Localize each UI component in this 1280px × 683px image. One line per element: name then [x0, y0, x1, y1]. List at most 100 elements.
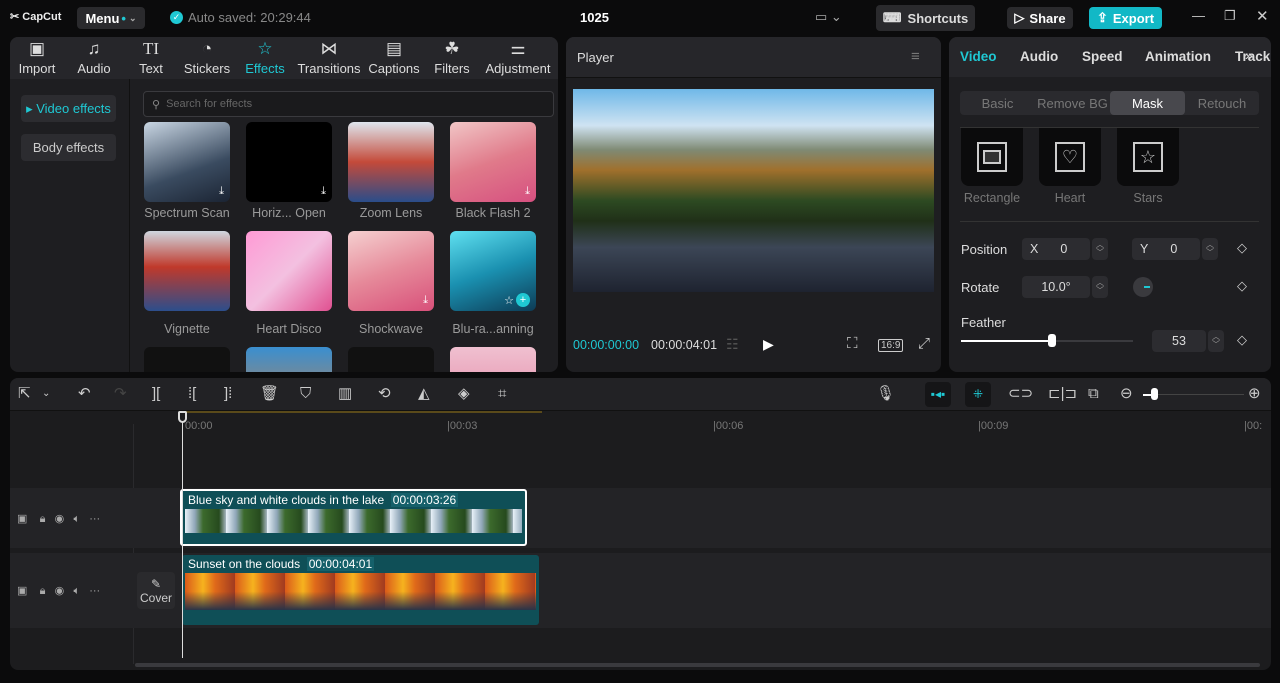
zoom-fit-icon[interactable]: ⧉: [1088, 386, 1099, 402]
eye-icon[interactable]: ◉: [55, 585, 65, 597]
mirror-icon[interactable]: ◭: [418, 386, 430, 402]
effect-thumb-horizontal-open[interactable]: ⤓: [246, 122, 332, 202]
volume-icon[interactable]: 🔈︎: [73, 585, 80, 597]
sidebar-item-body-effects[interactable]: Body effects: [21, 134, 116, 161]
delete-icon[interactable]: 🗑︎: [260, 386, 279, 402]
slider-handle[interactable]: [1048, 334, 1057, 347]
feather-slider[interactable]: [961, 334, 1133, 347]
effect-thumb-shockwave[interactable]: ⤓: [348, 231, 434, 311]
subtab-basic[interactable]: Basic: [960, 91, 1035, 115]
tab-speed[interactable]: Speed: [1082, 49, 1123, 64]
tab-transitions[interactable]: ⋈ Transitions: [296, 37, 362, 79]
rotate-dial[interactable]: [1133, 277, 1153, 297]
microphone-icon[interactable]: 🎙︎: [876, 386, 895, 402]
lock-icon[interactable]: 🔒︎: [40, 585, 46, 597]
select-cursor-icon[interactable]: ⇱: [18, 386, 31, 402]
crop-icon[interactable]: ⌗: [498, 386, 506, 402]
subtab-remove-bg[interactable]: Remove BG: [1035, 91, 1110, 115]
keyframe-diamond-icon[interactable]: ◇: [1237, 278, 1247, 294]
video-clip[interactable]: Blue sky and white clouds in the lake 00…: [180, 489, 527, 546]
tab-filters[interactable]: ☘ Filters: [430, 37, 474, 79]
aspect-ratio-button[interactable]: 16:9: [878, 339, 904, 352]
effect-thumb[interactable]: [144, 347, 230, 372]
mask-rectangle[interactable]: [961, 128, 1023, 186]
track-video-icon[interactable]: ▣: [17, 513, 27, 525]
restore-icon[interactable]: ❐: [1224, 8, 1236, 24]
feather-input[interactable]: 53: [1152, 330, 1206, 352]
tab-adjustment[interactable]: ⚌ Adjustment: [482, 37, 554, 79]
x-stepper[interactable]: ︿ ﹀: [1092, 238, 1108, 260]
reverse-icon[interactable]: ⟲: [378, 386, 391, 402]
effect-thumb[interactable]: [246, 347, 332, 372]
close-icon[interactable]: ✕: [1256, 7, 1269, 25]
timeline-grid-icon[interactable]: ☷: [726, 336, 739, 353]
video-clip[interactable]: Sunset on the clouds 00:00:04:01: [182, 555, 539, 625]
layout-icon[interactable]: ▭ ⌄: [815, 9, 842, 25]
tab-animation[interactable]: Animation: [1145, 49, 1211, 64]
volume-icon[interactable]: 🔈︎: [73, 513, 80, 525]
tab-captions[interactable]: ▤ Captions: [366, 37, 422, 79]
fit-screen-icon[interactable]: ⛶: [847, 335, 858, 352]
zoom-out-icon[interactable]: ⊖: [1120, 386, 1133, 402]
marker-icon[interactable]: ⛉: [300, 386, 311, 402]
rotate-stepper[interactable]: ︿ ﹀: [1092, 276, 1108, 298]
freeze-icon[interactable]: ▥: [338, 386, 352, 402]
mask-heart[interactable]: ♡: [1039, 128, 1101, 186]
effect-thumb-black-flash-2[interactable]: ⤓: [450, 122, 536, 202]
effect-thumb[interactable]: [348, 347, 434, 372]
feather-stepper[interactable]: ︿ ﹀: [1208, 330, 1224, 352]
effect-thumb-vignette[interactable]: [144, 231, 230, 311]
keyframe-diamond-icon[interactable]: ◇: [1237, 332, 1247, 348]
rotate-icon[interactable]: ◈: [458, 386, 470, 402]
horizontal-scrollbar[interactable]: [135, 663, 1260, 667]
player-menu-icon[interactable]: ≡: [911, 48, 920, 65]
subtab-retouch[interactable]: Retouch: [1185, 91, 1259, 115]
zoom-in-icon[interactable]: ⊕: [1248, 386, 1261, 402]
tab-tracking[interactable]: Tracki: [1235, 49, 1271, 64]
effect-thumb-heart-disco[interactable]: [246, 231, 332, 311]
tab-audio[interactable]: Audio: [1020, 49, 1058, 64]
tab-import[interactable]: ▣ Import: [12, 37, 62, 79]
effect-thumb-spectrum-scan[interactable]: ⤓: [144, 122, 230, 202]
link-icon[interactable]: ⊂⊃: [1008, 386, 1033, 402]
redo-icon[interactable]: ↷: [114, 386, 127, 402]
split-left-icon[interactable]: ⁞[: [188, 386, 196, 402]
position-x-input[interactable]: X0: [1022, 238, 1090, 260]
more-icon[interactable]: ···: [89, 585, 100, 597]
zoom-slider-handle[interactable]: [1151, 388, 1158, 400]
split-right-icon[interactable]: ]⁞: [224, 386, 232, 402]
sidebar-item-video-effects[interactable]: ▸ Video effects: [21, 95, 116, 122]
effect-thumb[interactable]: [450, 347, 536, 372]
tab-stickers[interactable]: ◔ Stickers: [182, 37, 232, 79]
search-input[interactable]: ⚲ Search for effects: [143, 91, 554, 117]
rotate-input[interactable]: 10.0°: [1022, 276, 1090, 298]
tab-audio[interactable]: ♫ Audio: [70, 37, 118, 79]
effect-thumb-zoom-lens[interactable]: [348, 122, 434, 202]
chevron-down-icon[interactable]: ⌄: [42, 386, 50, 402]
subtab-mask[interactable]: Mask: [1110, 91, 1185, 115]
menu-button[interactable]: Menu • ⌄: [77, 7, 145, 29]
preview-axis-icon[interactable]: ⊏|⊐: [1048, 386, 1077, 402]
mask-stars[interactable]: ☆: [1117, 128, 1179, 186]
zoom-slider[interactable]: [1144, 394, 1244, 395]
undo-icon[interactable]: ↶: [78, 386, 91, 402]
playhead[interactable]: [182, 416, 183, 658]
track-video-icon[interactable]: ▣: [17, 585, 27, 597]
tab-video[interactable]: Video: [960, 49, 997, 64]
minimize-icon[interactable]: —: [1192, 8, 1205, 23]
export-button[interactable]: ⇪ Export: [1089, 7, 1162, 29]
play-icon[interactable]: ▶: [763, 336, 774, 353]
eye-icon[interactable]: ◉: [55, 513, 65, 525]
auto-snap-icon[interactable]: ⁜: [965, 382, 991, 407]
position-y-input[interactable]: Y0: [1132, 238, 1200, 260]
more-icon[interactable]: ···: [89, 513, 100, 525]
y-stepper[interactable]: ︿ ﹀: [1202, 238, 1218, 260]
playhead-handle[interactable]: [178, 411, 187, 423]
effect-thumb-blu-ray-scanning[interactable]: ☆ +: [450, 231, 536, 311]
tab-effects[interactable]: ☆ Effects: [242, 37, 288, 79]
share-button[interactable]: ▷ Share: [1007, 7, 1073, 29]
split-icon[interactable]: ][: [152, 386, 160, 402]
lock-icon[interactable]: 🔒︎: [40, 513, 46, 525]
add-icon[interactable]: +: [516, 293, 530, 307]
more-tabs-icon[interactable]: »: [1245, 47, 1253, 63]
